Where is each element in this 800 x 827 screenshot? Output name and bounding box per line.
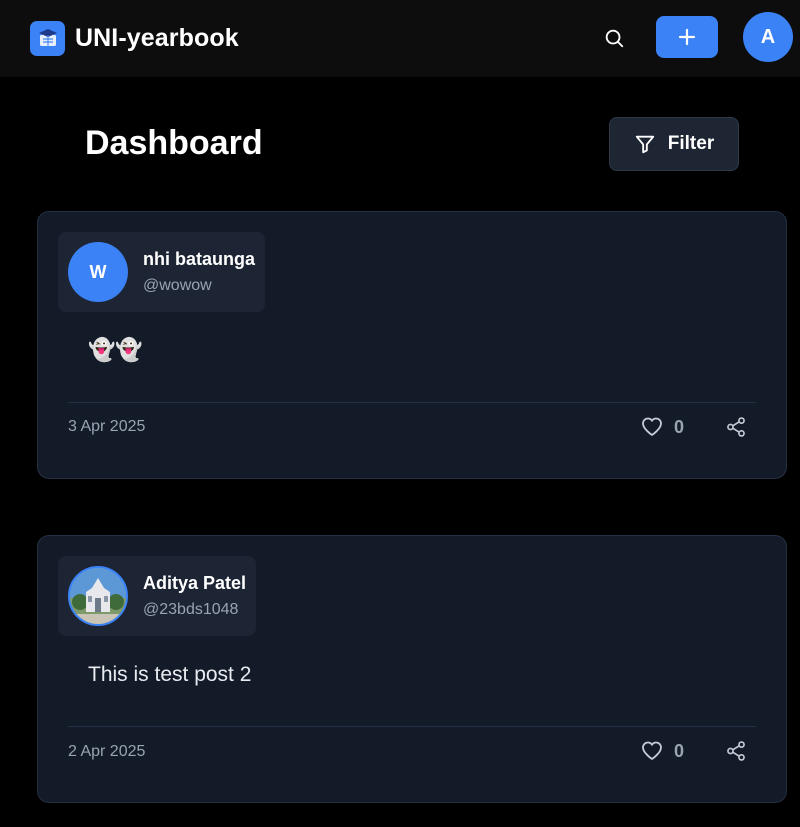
- filter-label: Filter: [667, 133, 715, 154]
- heart-icon: [642, 741, 662, 760]
- heart-icon: [642, 417, 662, 436]
- post-card: W nhi bataunga @wowow 👻👻 3 Apr 2025 0: [37, 211, 787, 479]
- graduation-cap-icon: [30, 20, 65, 56]
- like-count: 0: [674, 740, 685, 761]
- like-button[interactable]: 0: [640, 737, 684, 765]
- brand-name: UNI-yearbook: [75, 23, 239, 52]
- share-icon: [727, 417, 745, 437]
- share-button[interactable]: [722, 413, 750, 441]
- author-handle: @23bds1048: [143, 601, 239, 618]
- divider: [68, 726, 756, 727]
- post-card: Aditya Patel @23bds1048 This is test pos…: [37, 535, 787, 803]
- divider: [68, 402, 756, 403]
- share-icon: [727, 741, 745, 761]
- search-button[interactable]: [598, 22, 630, 54]
- avatar: [68, 566, 128, 626]
- funnel-icon: [635, 135, 654, 154]
- add-post-button[interactable]: [656, 16, 718, 58]
- post-author[interactable]: W nhi bataunga @wowow: [58, 232, 265, 312]
- post-content: This is test post 2: [88, 663, 252, 686]
- user-avatar[interactable]: A: [743, 12, 793, 62]
- post-date: 2 Apr 2025: [68, 743, 146, 760]
- like-count: 0: [674, 416, 685, 437]
- search-icon: [605, 29, 624, 48]
- author-name: Aditya Patel: [143, 573, 247, 593]
- top-navbar: UNI-yearbook A: [0, 0, 800, 77]
- avatar: W: [68, 242, 128, 302]
- share-button[interactable]: [722, 737, 750, 765]
- author-handle: @wowow: [143, 277, 212, 294]
- plus-icon: [678, 28, 696, 46]
- post-date: 3 Apr 2025: [68, 418, 146, 435]
- like-button[interactable]: 0: [640, 413, 684, 441]
- post-content: 👻👻: [88, 337, 143, 362]
- page-title: Dashboard: [85, 124, 263, 162]
- author-name: nhi bataunga: [143, 249, 255, 269]
- brand[interactable]: UNI-yearbook: [30, 20, 239, 56]
- post-author[interactable]: Aditya Patel @23bds1048: [58, 556, 257, 636]
- filter-button[interactable]: Filter: [609, 117, 739, 171]
